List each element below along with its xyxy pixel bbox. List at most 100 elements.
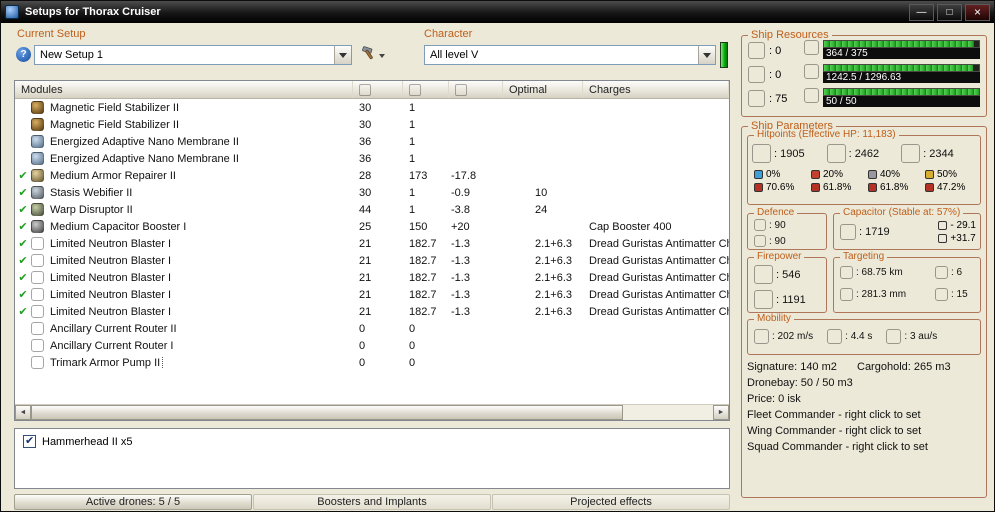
tab-projected-effects[interactable]: Projected effects [492, 494, 730, 510]
module-name: Energized Adaptive Nano Membrane II [50, 135, 239, 148]
charges-column-header[interactable]: Charges [583, 81, 729, 98]
module-optimal: 2.1+6.3 [535, 271, 573, 284]
setup-tools-button[interactable] [359, 45, 395, 65]
stat: : 1719 [840, 224, 890, 240]
module-cpu: 0 [359, 339, 366, 352]
module-charges: Dread Guristas Antimatter Ch [589, 271, 729, 284]
character-dropdown[interactable]: All level V [424, 45, 716, 65]
stat: : 4.4 s [827, 329, 872, 344]
tab-active-drones[interactable]: Active drones: 5 / 5 [14, 494, 252, 510]
capacitor-icon [840, 224, 856, 240]
module-row[interactable]: ✔ Limited Neutron Blaster I 21 182.7 -1.3 2.1… [15, 235, 729, 252]
module-row[interactable]: Magnetic Field Stabilizer II 30 1 [15, 99, 729, 116]
current-setup-label: Current Setup [17, 28, 86, 40]
maximize-button[interactable] [937, 3, 962, 21]
tab-boosters-implants[interactable]: Boosters and Implants [253, 494, 491, 510]
disruptor-icon [31, 203, 44, 216]
drone-label: Hammerhead II x5 [42, 435, 133, 448]
module-name: Limited Neutron Blaster I [50, 288, 172, 301]
modules-table: Modules Optimal Charges Magnetic Field S… [14, 80, 730, 421]
turret-hardpoint-icon [748, 42, 765, 59]
drones-panel[interactable]: Hammerhead II x5 [14, 428, 730, 489]
module-name: Magnetic Field Stabilizer II [50, 118, 179, 131]
warp-speed-icon [886, 329, 902, 344]
module-row[interactable]: ✔ Warp Disruptor II 44 1 -3.8 24 [15, 201, 729, 218]
resource-bar-text: 1242.5 / 1296.63 [823, 72, 980, 83]
help-icon[interactable] [16, 47, 31, 62]
shield-recharge-icon [754, 219, 766, 231]
scroll-left-button[interactable] [15, 405, 31, 420]
module-row[interactable]: ✔ Stasis Webifier II 30 1 -0.9 10 [15, 184, 729, 201]
horizontal-scrollbar[interactable] [15, 404, 729, 420]
module-row[interactable]: ✔ Limited Neutron Blaster I 21 182.7 -1.3 2.1… [15, 286, 729, 303]
minimize-button[interactable] [909, 3, 934, 21]
module-pg: 1 [409, 101, 416, 114]
stat: : 1905 [752, 144, 827, 163]
rig-icon [31, 356, 44, 369]
module-name: Limited Neutron Blaster I [50, 254, 172, 267]
setup-dropdown[interactable]: New Setup 1 [34, 45, 352, 65]
kinetic-armor-resist-icon [868, 183, 877, 192]
module-row[interactable]: Energized Adaptive Nano Membrane II 36 1 [15, 150, 729, 167]
module-pg: 150 [409, 220, 428, 233]
scroll-right-button[interactable] [713, 405, 729, 420]
module-row[interactable]: Ancillary Current Router II 0 0 [15, 320, 729, 337]
chevron-down-icon[interactable] [334, 46, 351, 64]
fleet-commander-text[interactable]: Fleet Commander - right click to set [747, 409, 921, 421]
module-row[interactable]: Ancillary Current Router I 0 0 [15, 337, 729, 354]
align-time-icon [827, 329, 843, 344]
resource-bar-row: 50 / 50 [804, 88, 980, 107]
slot-value: : 0 [769, 44, 782, 57]
module-pg: 1 [409, 186, 416, 199]
chevron-down-icon[interactable] [698, 46, 715, 64]
active-check-icon: ✔ [18, 289, 28, 301]
module-cpu: 30 [359, 118, 372, 131]
optimal-column-header[interactable]: Optimal [503, 81, 583, 98]
module-row[interactable]: ✔ Limited Neutron Blaster I 21 182.7 -1.3 2.1… [15, 269, 729, 286]
stat: : 546 [754, 265, 824, 284]
armor-repair-icon [754, 235, 766, 247]
eanm-icon [31, 152, 44, 165]
resource-bar [823, 88, 980, 96]
modules-column-header[interactable]: Modules [15, 81, 353, 98]
thermal-shield-resist-icon [811, 170, 820, 179]
module-row[interactable]: ✔ Medium Capacitor Booster I 25 150 +20 Cap B… [15, 218, 729, 235]
module-row[interactable]: ✔ Limited Neutron Blaster I 21 182.7 -1.3 2.1… [15, 252, 729, 269]
module-cpu: 21 [359, 254, 372, 267]
firepower-label: Firepower [754, 251, 805, 262]
resource-slot: : 75 [748, 90, 787, 107]
explosive-shield-resist-icon [925, 170, 934, 179]
drone-list-item[interactable]: Hammerhead II x5 [23, 434, 721, 448]
module-row[interactable]: Magnetic Field Stabilizer II 30 1 [15, 116, 729, 133]
stat-value: : 2462 [848, 147, 880, 160]
close-button[interactable] [965, 3, 990, 21]
character-label: Character [424, 28, 473, 40]
skill-level-bar [720, 42, 728, 68]
module-cap: -3.8 [451, 203, 470, 216]
active-check-icon: ✔ [18, 306, 28, 318]
kinetic-shield-resist-icon [868, 170, 877, 179]
capacitor-group: Capacitor (Stable at: 57%) : 1719 - 29.1 +… [833, 207, 981, 250]
module-pg: 182.7 [409, 237, 437, 250]
scrollbar-thumb[interactable] [31, 405, 623, 420]
module-charges: Dread Guristas Antimatter Ch [589, 288, 729, 301]
module-row[interactable]: ✔ Limited Neutron Blaster I 21 182.7 -1.3 2.1… [15, 303, 729, 320]
module-optimal: 2.1+6.3 [535, 254, 573, 267]
rig-icon [31, 322, 44, 335]
stat: : 3 au/s [886, 329, 937, 344]
module-pg: 1 [409, 118, 416, 131]
module-row[interactable]: ✔ Medium Armor Repairer II 28 173 -17.8 [15, 167, 729, 184]
wing-commander-text[interactable]: Wing Commander - right click to set [747, 425, 921, 437]
character-dropdown-value: All level V [430, 49, 479, 61]
modules-table-header[interactable]: Modules Optimal Charges [15, 81, 729, 99]
stat: : 90 [754, 235, 824, 247]
drone-checkbox[interactable] [23, 434, 36, 448]
module-cap: -1.3 [451, 271, 470, 284]
squad-commander-text[interactable]: Squad Commander - right click to set [747, 441, 928, 453]
module-row[interactable]: Energized Adaptive Nano Membrane II 36 1 [15, 133, 729, 150]
titlebar[interactable]: Setups for Thorax Cruiser [1, 1, 994, 23]
em-armor-resist-icon [754, 183, 763, 192]
stat-value: +31.7 [950, 233, 976, 244]
module-row[interactable]: Trimark Armor Pump II 0 0 [15, 354, 729, 371]
module-name: Warp Disruptor II [50, 203, 133, 216]
